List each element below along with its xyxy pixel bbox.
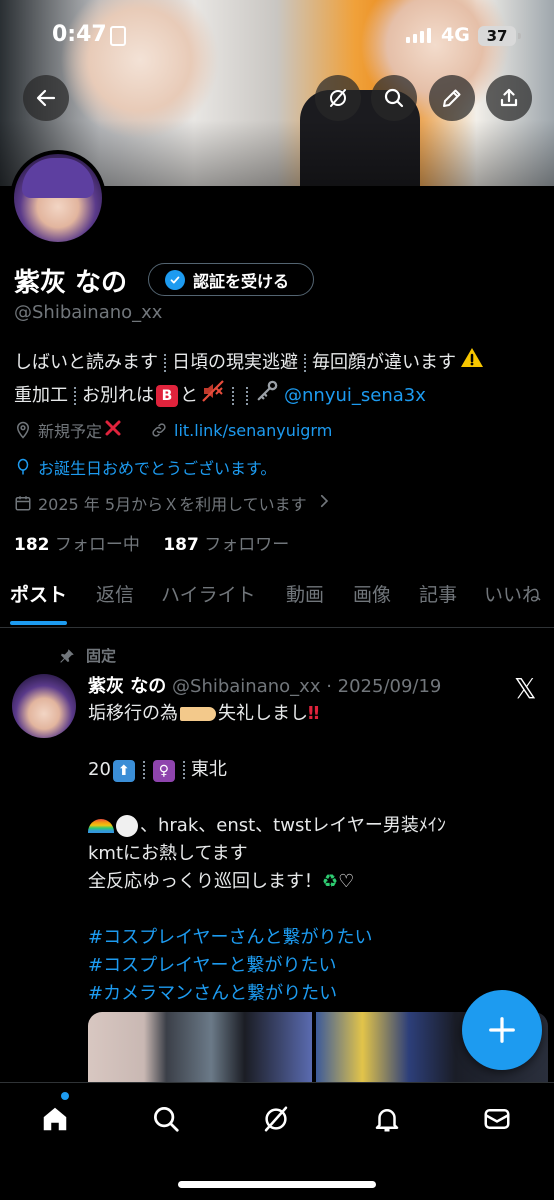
birthday-row: お誕生日おめでとうございます。 — [14, 455, 276, 479]
tab-likes[interactable]: いいね — [484, 576, 541, 628]
id-card-icon — [110, 26, 126, 46]
chevron-right-icon — [315, 492, 339, 514]
up-arrow-icon: ⬆ — [112, 760, 135, 782]
birthday-text: お誕生日おめでとうございます。 — [38, 459, 277, 478]
follow-stats: 182 フォロー中 187 フォロワー — [14, 530, 289, 555]
post-header: 紫灰 なの @Shibainano_xx · 2025/09/19 — [88, 672, 441, 698]
recycle-icon: ♻ — [322, 871, 339, 892]
hashtag-link[interactable]: #コスプレイヤーと繋がりたい — [88, 952, 528, 980]
rainbow-icon — [88, 819, 114, 833]
tab-replies[interactable]: 返信 — [96, 576, 134, 628]
heart-icon: ♡ — [338, 871, 355, 892]
clock-icon — [116, 815, 138, 837]
bio-text: と — [180, 384, 198, 406]
back-button[interactable] — [23, 75, 69, 121]
pinned-indicator: 固定 — [58, 645, 116, 666]
joined-text: 2025 年 5月からＸを利用しています — [38, 495, 307, 514]
home-icon — [43, 1107, 67, 1131]
nav-search[interactable] — [146, 1099, 186, 1139]
pinned-label: 固定 — [86, 647, 117, 665]
search-button[interactable] — [371, 75, 417, 121]
muted-speaker-icon — [200, 379, 226, 412]
post-text: 垢移行の為 失礼しまし‼ 20 ⬆ ♀ 東北 、hrak、enst、twstレイヤー男装… — [88, 700, 528, 1008]
share-button[interactable] — [486, 75, 532, 121]
post-image-1[interactable] — [88, 1012, 312, 1084]
divider — [182, 761, 185, 779]
bio-text: 重加工 — [14, 384, 68, 406]
search-icon — [384, 88, 404, 108]
tab-posts[interactable]: ポスト — [10, 576, 68, 628]
home-indicator — [178, 1181, 376, 1188]
location-icon — [16, 421, 30, 439]
divider — [142, 761, 145, 779]
grok-button[interactable] — [315, 75, 361, 121]
double-exclamation-icon: ‼ — [308, 703, 320, 724]
tab-videos[interactable]: 動画 — [286, 576, 324, 628]
get-verified-button[interactable]: 認証を受ける — [148, 263, 314, 296]
compose-button[interactable] — [462, 990, 542, 1070]
pencil-icon — [443, 89, 461, 107]
grok-icon — [330, 89, 346, 107]
womens-room-icon: ♀ — [152, 760, 175, 782]
website-link[interactable]: lit.link/senanyuigrm — [174, 421, 332, 440]
following-link[interactable]: 182 フォロー中 — [14, 535, 140, 555]
bio-text: 日頃の現実逃避 — [172, 351, 298, 373]
divider — [74, 386, 76, 405]
plus-icon — [489, 1017, 515, 1043]
key-icon — [254, 380, 280, 411]
hashtag-link[interactable]: #コスプレイヤーさんと繋がりたい — [88, 924, 528, 952]
tab-articles[interactable]: 記事 — [419, 576, 457, 628]
profile-avatar[interactable] — [10, 150, 106, 246]
nav-notifications[interactable] — [367, 1099, 407, 1139]
battery-icon: 37 — [478, 26, 521, 46]
notifications-icon — [375, 1109, 399, 1132]
display-name: 紫灰 なの — [14, 268, 128, 298]
nav-grok[interactable] — [256, 1099, 296, 1139]
profile-bio: しばいと読みます 日頃の現実逃避 毎回顔が違います 重加工 お別れは B と @… — [14, 346, 544, 412]
tab-highlights[interactable]: ハイライト — [161, 576, 256, 628]
balloon-icon — [17, 458, 29, 475]
warning-icon — [460, 346, 484, 379]
status-bar: 0:47 4G 37 — [0, 20, 554, 54]
joined-row[interactable]: 2025 年 5月からＸを利用しています — [14, 491, 339, 515]
b-button-icon: B — [156, 384, 178, 407]
post-author-meta[interactable]: @Shibainano_xx · 2025/09/19 — [172, 676, 441, 697]
location-row: 新規予定 lit.link/senanyuigrm — [14, 418, 332, 442]
user-handle: @Shibainano_xx — [14, 302, 163, 323]
divider — [232, 386, 234, 405]
search-icon — [154, 1107, 179, 1132]
get-verified-label: 認証を受ける — [193, 271, 290, 291]
share-icon — [500, 88, 518, 107]
bio-mention-link[interactable]: @nnyui_sena3x — [284, 382, 426, 410]
pin-icon — [60, 648, 74, 663]
divider — [164, 353, 166, 372]
divider — [304, 353, 306, 372]
post-author-name[interactable]: 紫灰 なの — [88, 676, 166, 697]
verified-badge-icon — [165, 269, 185, 290]
back-arrow-icon — [36, 89, 56, 107]
followers-link[interactable]: 187 フォロワー — [163, 535, 289, 555]
tab-photos[interactable]: 画像 — [353, 576, 391, 628]
home-unread-dot — [61, 1092, 69, 1100]
cross-mark-icon — [104, 419, 128, 441]
signal-icon — [406, 28, 431, 43]
label-tag-icon — [180, 707, 216, 721]
link-icon — [152, 423, 166, 437]
location-text: 新規予定 — [38, 422, 103, 441]
post-author-avatar[interactable] — [12, 674, 76, 738]
profile-tabs: ポスト 返信 ハイライト 動画 画像 記事 いいね — [0, 576, 554, 628]
bio-text: しばいと読みます — [14, 351, 158, 373]
grok-icon — [264, 1106, 288, 1132]
divider — [246, 386, 248, 405]
calendar-icon — [15, 496, 31, 511]
status-time: 0:47 — [52, 22, 107, 47]
bio-text: 毎回顔が違います — [312, 351, 456, 373]
edit-button[interactable] — [429, 75, 475, 121]
hashtag-link[interactable]: #カメラマンさんと繋がりたい — [88, 980, 528, 1008]
bio-text: お別れは — [82, 384, 154, 406]
nav-home[interactable] — [35, 1099, 75, 1139]
nav-messages[interactable] — [477, 1099, 517, 1139]
network-type: 4G — [441, 24, 470, 46]
messages-icon — [484, 1109, 510, 1129]
